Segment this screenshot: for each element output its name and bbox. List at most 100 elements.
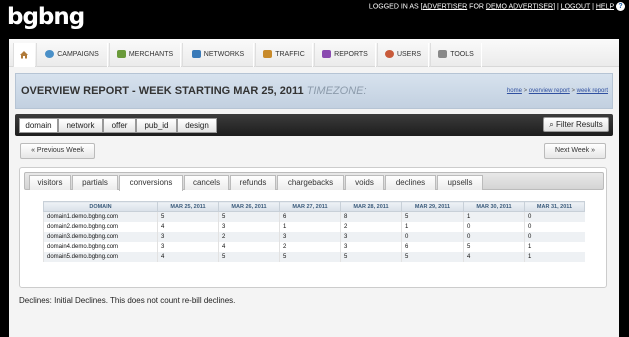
value-cell: 3 xyxy=(218,221,280,232)
tab-cancels[interactable]: cancels xyxy=(184,175,229,190)
merchants-icon xyxy=(116,50,126,59)
home-icon xyxy=(20,50,28,59)
value-cell: 5 xyxy=(218,251,280,262)
value-cell: 5 xyxy=(401,211,464,222)
column-header[interactable]: DOMAIN xyxy=(43,201,158,212)
column-header[interactable]: MAR 30, 2011 xyxy=(463,201,525,212)
table-row: domain1.demo.bgbng.com 5 5 6 8 5 1 0 xyxy=(43,211,585,222)
nav-users[interactable]: USERS xyxy=(377,43,429,67)
value-cell: 0 xyxy=(463,221,525,232)
report-panel: visitors partials conversions cancels re… xyxy=(19,167,607,288)
domain-cell: domain5.demo.bgbng.com xyxy=(43,251,158,262)
users-icon xyxy=(384,50,394,59)
reports-icon xyxy=(322,50,332,59)
value-cell: 2 xyxy=(279,241,341,252)
user-link[interactable]: ADVERTISER xyxy=(423,3,468,10)
column-header[interactable]: MAR 28, 2011 xyxy=(340,201,402,212)
nav-networks[interactable]: NETWORKS xyxy=(182,43,254,67)
breadcrumb-sep: > xyxy=(569,88,577,94)
timezone-label: TIMEZONE: xyxy=(306,85,367,97)
group-tab-domain[interactable]: domain xyxy=(19,118,58,133)
traffic-icon xyxy=(263,50,273,59)
value-cell: 3 xyxy=(157,241,219,252)
logout-link[interactable]: LOGOUT xyxy=(561,3,590,10)
column-header[interactable]: MAR 27, 2011 xyxy=(279,201,341,212)
filter-results-button[interactable]: ⌕ Filter Results xyxy=(543,117,609,132)
breadcrumb-overview[interactable]: overview report xyxy=(529,88,570,94)
nav-home[interactable] xyxy=(13,43,35,67)
breadcrumb-home[interactable]: home xyxy=(507,88,522,94)
top-bar: bgbng LOGGED IN AS [ADVERTISER FOR DEMO … xyxy=(0,0,629,30)
table-header-row: DOMAIN MAR 25, 2011 MAR 26, 2011 MAR 27,… xyxy=(43,201,585,212)
nav-label: MERCHANTS xyxy=(128,51,174,58)
previous-week-button[interactable]: « Previous Week xyxy=(20,143,95,159)
value-cell: 0 xyxy=(463,231,525,242)
account-link[interactable]: DEMO ADVERTISER xyxy=(486,3,553,10)
next-week-button[interactable]: Next Week » xyxy=(544,143,606,159)
value-cell: 4 xyxy=(218,241,280,252)
value-cell: 3 xyxy=(157,231,219,242)
nav-merchants[interactable]: MERCHANTS xyxy=(109,43,181,67)
tab-conversions[interactable]: conversions xyxy=(119,175,183,191)
main-nav: CAMPAIGNS MERCHANTS NETWORKS TRAFFIC REP… xyxy=(9,39,619,67)
nav-reports[interactable]: REPORTS xyxy=(314,43,376,67)
column-header[interactable]: MAR 31, 2011 xyxy=(524,201,585,212)
tab-declines[interactable]: declines xyxy=(385,175,436,190)
report-tabs: visitors partials conversions cancels re… xyxy=(24,172,604,191)
group-tab-network[interactable]: network xyxy=(58,118,103,133)
nav-label: USERS xyxy=(396,51,422,58)
value-cell: 4 xyxy=(157,221,219,232)
value-cell: 1 xyxy=(524,251,585,262)
logo[interactable]: bgbng xyxy=(7,0,85,34)
nav-campaigns[interactable]: CAMPAIGNS xyxy=(36,43,108,67)
table-row: domain5.demo.bgbng.com 4 5 5 5 5 4 1 xyxy=(43,251,585,262)
tab-chargebacks[interactable]: chargebacks xyxy=(277,175,344,190)
tab-partials[interactable]: partials xyxy=(72,175,118,190)
value-cell: 0 xyxy=(524,231,585,242)
value-cell: 0 xyxy=(524,211,585,222)
value-cell: 3 xyxy=(340,231,402,242)
filter-results-label: Filter Results xyxy=(556,120,603,129)
networks-icon xyxy=(191,50,201,59)
declines-note: Declines: Initial Declines. This does no… xyxy=(19,296,236,305)
value-cell: 2 xyxy=(340,221,402,232)
group-tab-design[interactable]: design xyxy=(177,118,217,133)
value-cell: 5 xyxy=(279,251,341,262)
column-header[interactable]: MAR 29, 2011 xyxy=(401,201,464,212)
for-text: FOR xyxy=(467,3,486,11)
value-cell: 0 xyxy=(524,221,585,232)
column-header[interactable]: MAR 25, 2011 xyxy=(157,201,219,212)
tab-upsells[interactable]: upsells xyxy=(437,175,483,190)
search-icon: ⌕ xyxy=(549,120,554,129)
column-header[interactable]: MAR 26, 2011 xyxy=(218,201,280,212)
help-icon[interactable]: ? xyxy=(616,2,625,11)
value-cell: 5 xyxy=(401,251,464,262)
domain-cell: domain2.demo.bgbng.com xyxy=(43,221,158,232)
value-cell: 6 xyxy=(401,241,464,252)
domain-cell: domain3.demo.bgbng.com xyxy=(43,231,158,242)
value-cell: 5 xyxy=(218,211,280,222)
value-cell: 1 xyxy=(279,221,341,232)
user-info: LOGGED IN AS [ADVERTISER FOR DEMO ADVERT… xyxy=(369,2,625,11)
nav-label: NETWORKS xyxy=(203,51,245,58)
value-cell: 3 xyxy=(340,241,402,252)
tab-voids[interactable]: voids xyxy=(345,175,384,190)
nav-label: REPORTS xyxy=(334,51,368,58)
breadcrumb-week[interactable]: week report xyxy=(577,88,608,94)
help-link[interactable]: HELP xyxy=(596,3,614,10)
breadcrumb: home > overview report > week report xyxy=(507,74,608,108)
nav-label: TOOLS xyxy=(450,51,474,58)
value-cell: 1 xyxy=(463,211,525,222)
value-cell: 5 xyxy=(463,241,525,252)
value-cell: 6 xyxy=(279,211,341,222)
tab-visitors[interactable]: visitors xyxy=(29,175,71,190)
tab-refunds[interactable]: refunds xyxy=(230,175,276,190)
group-by-bar: domain network offer pub_id design ⌕ Fil… xyxy=(15,114,613,136)
conversions-table: DOMAIN MAR 25, 2011 MAR 26, 2011 MAR 27,… xyxy=(43,201,585,262)
domain-cell: domain4.demo.bgbng.com xyxy=(43,241,158,252)
group-tab-pub-id[interactable]: pub_id xyxy=(136,118,177,133)
group-tab-offer[interactable]: offer xyxy=(103,118,136,133)
nav-traffic[interactable]: TRAFFIC xyxy=(255,43,313,67)
nav-tools[interactable]: TOOLS xyxy=(430,43,482,67)
logged-in-label: LOGGED IN AS [ xyxy=(368,3,423,11)
